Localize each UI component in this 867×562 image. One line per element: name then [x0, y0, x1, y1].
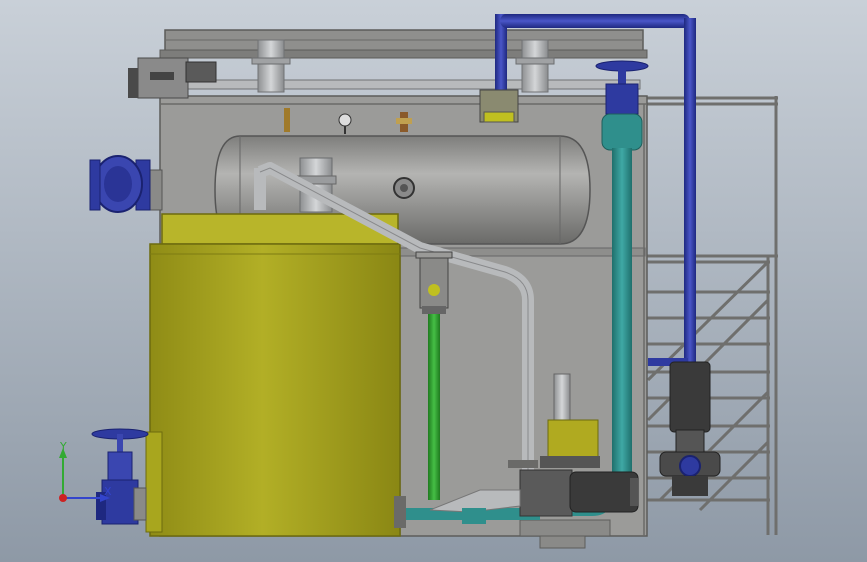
axis-triad: Y X	[59, 440, 112, 502]
origin-dot	[59, 494, 67, 502]
top-cover-plate	[159, 29, 648, 59]
y-axis-label: Y	[59, 440, 67, 453]
x-axis-label: X	[104, 485, 112, 498]
olive-water-tank	[145, 213, 401, 537]
cad-viewport[interactable]	[0, 0, 867, 562]
